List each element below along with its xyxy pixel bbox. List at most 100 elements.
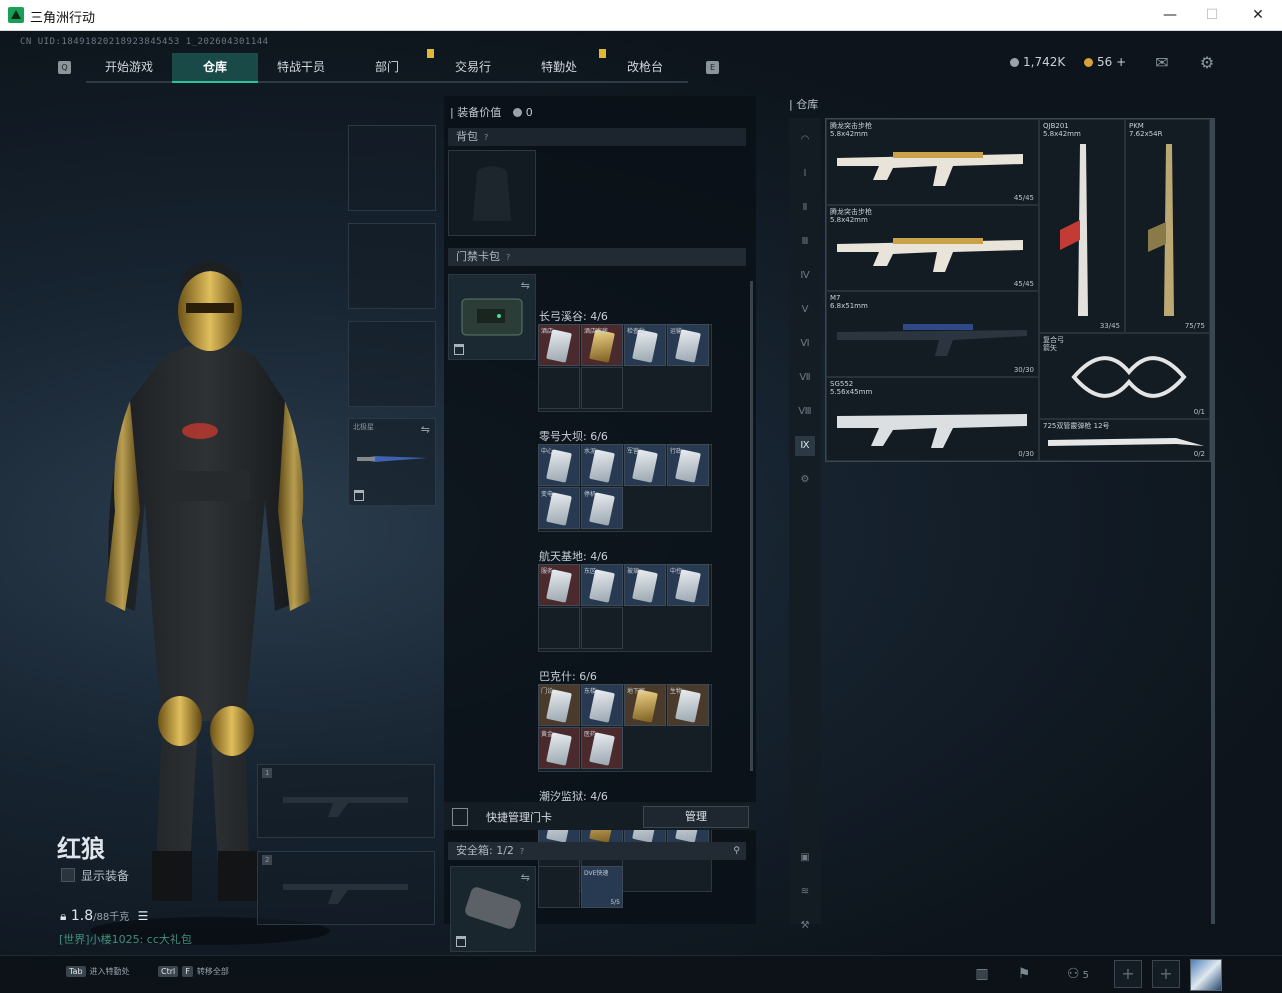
safe-box-slot[interactable]: ⇋ xyxy=(450,866,536,952)
list-icon[interactable]: ☰ xyxy=(138,909,149,923)
help-icon[interactable]: ? xyxy=(520,843,524,861)
show-gear-toggle[interactable]: 显示装备 xyxy=(61,867,129,884)
pistol-slot[interactable] xyxy=(348,321,436,407)
keycard-item[interactable]: 东楼 xyxy=(581,684,623,726)
safe-box-item[interactable]: DVE快速 5/5 xyxy=(581,866,623,908)
keycard-item[interactable]: 运输 xyxy=(667,324,709,366)
page-8-icon[interactable]: Ⅷ xyxy=(795,402,815,422)
keycard-empty-slot[interactable] xyxy=(581,367,623,409)
page-7-icon[interactable]: Ⅶ xyxy=(795,368,815,388)
help-icon[interactable]: ? xyxy=(484,129,488,147)
tab-operators[interactable]: 特战干员 xyxy=(258,53,344,83)
backpack-slot[interactable] xyxy=(448,150,536,236)
safe-box-empty-slot[interactable] xyxy=(538,866,580,908)
weapon-item[interactable]: 腾龙突击步枪 5.8x42mm 45/45 xyxy=(826,205,1039,291)
scrollbar[interactable] xyxy=(1211,118,1215,924)
keycard-item[interactable]: 酒店 xyxy=(538,324,580,366)
add-teammate-button[interactable]: + xyxy=(1152,960,1180,988)
close-button[interactable]: ✕ xyxy=(1238,4,1278,26)
swap-icon[interactable]: ⇋ xyxy=(521,871,530,884)
weapon-item[interactable]: 725双管霰弹枪 12号 0/2 xyxy=(1039,419,1210,461)
keycard-item[interactable]: 停机 xyxy=(581,487,623,529)
keycard-item[interactable]: 酒店客房 xyxy=(581,324,623,366)
mail-icon[interactable]: ✉ xyxy=(1152,53,1172,73)
weapon-item[interactable]: PKM 7.62x54R 75/75 xyxy=(1125,119,1210,333)
keycard-item[interactable]: 行政 xyxy=(667,444,709,486)
nav-prev-key-icon[interactable]: Q xyxy=(58,61,71,74)
weapon-item[interactable]: 复合弓 箭矢 0/1 xyxy=(1039,333,1210,419)
keycard-item[interactable]: 黄金 xyxy=(538,727,580,769)
checkbox[interactable] xyxy=(61,868,75,882)
swap-icon[interactable]: ⇋ xyxy=(421,423,430,436)
melee-slot[interactable]: 北极星 ⇋ xyxy=(348,418,436,506)
hint-label: 进入特勤处 xyxy=(89,967,130,976)
enter-special-ops-hint[interactable]: Tab 进入特勤处 xyxy=(66,966,130,977)
tools-icon[interactable]: ⚒ xyxy=(795,916,815,936)
world-chat-line[interactable]: [世界]小楼1025: cc大礼包 xyxy=(59,931,192,947)
flag-icon[interactable]: ⚑ xyxy=(1012,962,1036,986)
keycard-item[interactable]: 变电 xyxy=(538,487,580,529)
scrollbar[interactable] xyxy=(750,281,753,771)
armor-slot[interactable] xyxy=(348,223,436,309)
keycard-item[interactable]: 东区 xyxy=(581,564,623,606)
keycard-item[interactable]: 中心 xyxy=(538,444,580,486)
layers-icon[interactable]: ≋ xyxy=(795,882,815,902)
keycard-empty-slot[interactable] xyxy=(581,607,623,649)
minimize-button[interactable]: — xyxy=(1150,4,1190,26)
tab-gunsmith[interactable]: 改枪台 xyxy=(602,53,688,83)
weapon-item[interactable]: 腾龙突击步枪 5.8x42mm 45/45 xyxy=(826,119,1039,205)
keycard-item[interactable]: 检查站 xyxy=(624,324,666,366)
gold-currency[interactable]: 56 + xyxy=(1084,55,1126,69)
nav-next-key-icon[interactable]: E xyxy=(706,61,719,74)
swap-icon[interactable]: ⇋ xyxy=(521,279,530,292)
pin-icon[interactable]: ⚲ xyxy=(733,842,740,860)
tab-department-label: 部门 xyxy=(374,60,399,74)
stats-chart-icon[interactable]: ▥ xyxy=(970,962,994,986)
add-teammate-button[interactable]: + xyxy=(1114,960,1142,988)
page-1-icon[interactable]: Ⅰ xyxy=(795,164,815,184)
tab-warehouse[interactable]: 仓库 xyxy=(172,53,258,83)
friends-icon[interactable]: ⚇ 5 xyxy=(1060,962,1096,986)
help-icon[interactable]: ? xyxy=(506,249,510,267)
page-5-icon[interactable]: Ⅴ xyxy=(795,300,815,320)
page-2-icon[interactable]: Ⅱ xyxy=(795,198,815,218)
keycard-label: 地下室 xyxy=(627,688,646,695)
keycard-item[interactable]: 服务 xyxy=(538,564,580,606)
page-6-icon[interactable]: Ⅵ xyxy=(795,334,815,354)
keycard-item[interactable]: 玻璃 xyxy=(624,564,666,606)
keycard-item[interactable]: 生物 xyxy=(667,684,709,726)
page-4-icon[interactable]: Ⅳ xyxy=(795,266,815,286)
keycard-empty-slot[interactable] xyxy=(538,607,580,649)
primary-weapon-slot-2[interactable]: 2 xyxy=(257,851,435,925)
weapon-item[interactable]: SG552 5.56x45mm 0/30 xyxy=(826,377,1039,461)
manage-button[interactable]: 管理 xyxy=(643,806,749,828)
maximize-button[interactable]: ☐ xyxy=(1192,4,1232,26)
keycard-item[interactable]: 中控 xyxy=(667,564,709,606)
sort-icon[interactable]: ▣ xyxy=(795,848,815,868)
tab-special-ops[interactable]: 特勤处 xyxy=(516,49,606,83)
keycard-item[interactable]: 地下室 xyxy=(624,684,666,726)
settings-gear-icon[interactable]: ⚙ xyxy=(1197,53,1217,73)
keycard-bag-slot[interactable]: ⇋ xyxy=(448,274,536,360)
weapon-name: PKM 7.62x54R xyxy=(1129,122,1163,138)
page-9-icon[interactable]: Ⅸ xyxy=(795,436,815,456)
primary-weapon-slot-1[interactable]: 1 xyxy=(257,764,435,838)
page-3-icon[interactable]: Ⅲ xyxy=(795,232,815,252)
keycard-item[interactable]: 水泥 xyxy=(581,444,623,486)
settings-gear-icon[interactable]: ⚙ xyxy=(795,470,815,490)
add-currency-button[interactable]: + xyxy=(1116,55,1126,69)
tab-trading[interactable]: 交易行 xyxy=(430,53,516,83)
transfer-all-hint[interactable]: Ctrl F 转移全部 xyxy=(158,966,229,977)
weapon-item[interactable]: M7 6.8x51mm 30/30 xyxy=(826,291,1039,377)
weapon-item[interactable]: QJB201 5.8x42mm 33/45 xyxy=(1039,119,1125,333)
keycard-item[interactable]: 医药 xyxy=(581,727,623,769)
helmet-slot[interactable] xyxy=(348,125,436,211)
tab-department[interactable]: 部门 xyxy=(344,49,434,83)
keycard-empty-slot[interactable] xyxy=(538,367,580,409)
keycard-group-title: 巴克什: 6/6 xyxy=(539,670,597,683)
avatar[interactable] xyxy=(1190,959,1222,991)
tab-start-game[interactable]: 开始游戏 xyxy=(86,53,172,83)
helmet-filter-icon[interactable]: ◠ xyxy=(795,130,815,150)
keycard-item[interactable]: 军营 xyxy=(624,444,666,486)
keycard-item[interactable]: 门诊 xyxy=(538,684,580,726)
